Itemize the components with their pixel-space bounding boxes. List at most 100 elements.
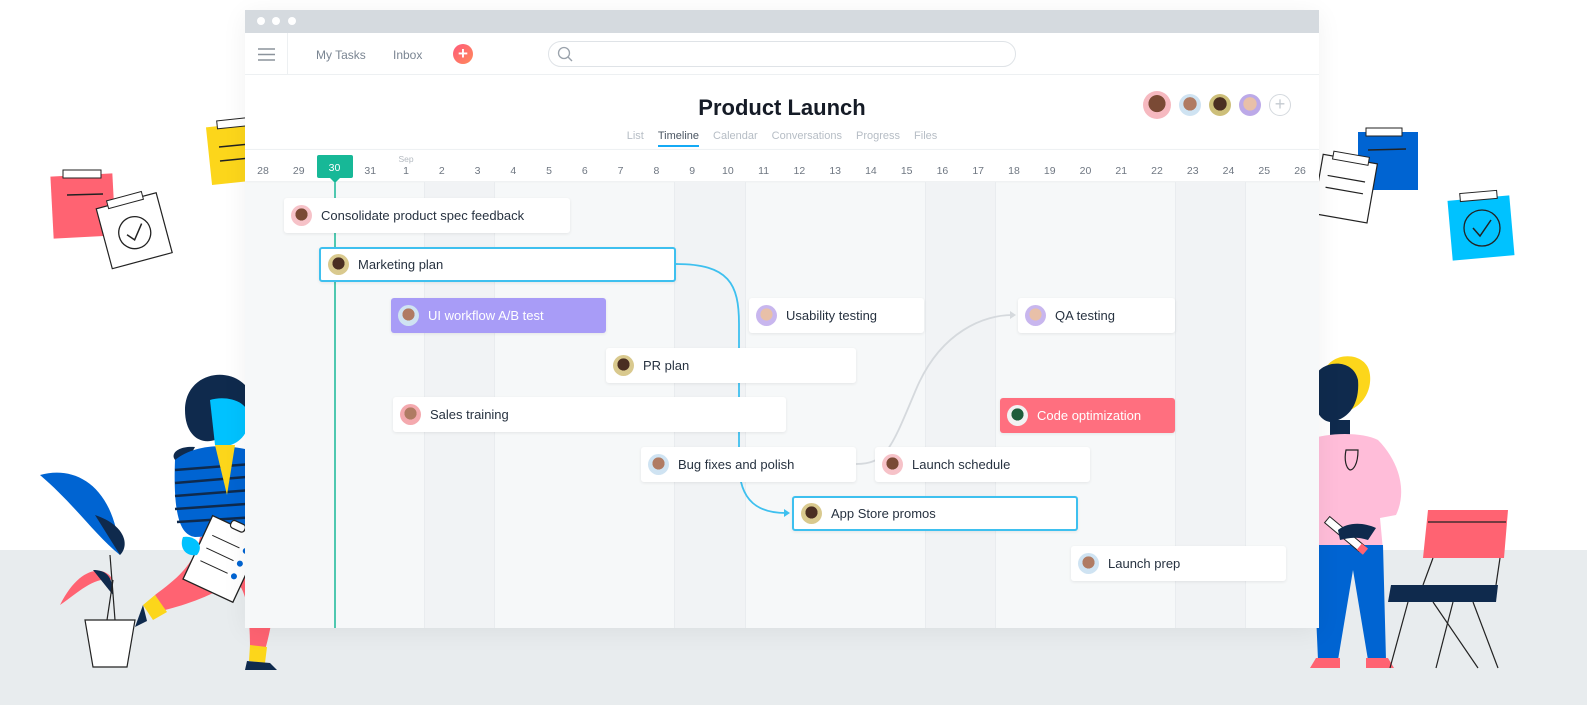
- date-label: 2: [438, 165, 445, 177]
- tab-files[interactable]: Files: [914, 130, 937, 147]
- timeline-grid: Consolidate product spec feedback Marketi…: [245, 182, 1319, 628]
- date-label: 24: [1222, 165, 1235, 177]
- date-label: 25: [1258, 165, 1271, 177]
- sticky-note-yellow-illustration: [205, 116, 250, 186]
- sticky-note-red-illustration: [50, 169, 173, 270]
- date-label: 14: [865, 165, 877, 177]
- task-bar[interactable]: Launch schedule: [875, 447, 1090, 482]
- task-bar[interactable]: Sales training: [393, 397, 786, 432]
- task-name: Bug fixes and polish: [678, 457, 795, 472]
- window-dot-maximize[interactable]: [288, 17, 296, 25]
- menu-button[interactable]: [245, 33, 288, 75]
- tab-calendar[interactable]: Calendar: [713, 130, 758, 147]
- task-bar[interactable]: PR plan: [606, 348, 856, 383]
- stage: My Tasks Inbox + Product Launch + List T…: [0, 0, 1587, 705]
- project-tabs: List Timeline Calendar Conversations Pro…: [245, 130, 1319, 147]
- plus-icon: +: [458, 44, 468, 63]
- member-avatar[interactable]: [1239, 94, 1261, 116]
- task-bar[interactable]: Code optimization: [1000, 398, 1175, 433]
- task-bar[interactable]: Launch prep: [1071, 546, 1286, 581]
- month-label: Sep: [398, 154, 414, 164]
- nav-inbox[interactable]: Inbox: [393, 48, 422, 62]
- task-name: Sales training: [430, 407, 509, 422]
- assignee-avatar: [1007, 405, 1028, 426]
- date-label: 10: [722, 165, 734, 177]
- member-avatar[interactable]: [1209, 94, 1231, 116]
- window-dot-minimize[interactable]: [272, 17, 280, 25]
- date-label: 26: [1294, 165, 1306, 177]
- assignee-avatar: [398, 305, 419, 326]
- date-label: 7: [617, 165, 624, 177]
- date-label: 6: [581, 165, 588, 177]
- date-label: 15: [900, 165, 913, 177]
- top-bar: My Tasks Inbox +: [245, 33, 1319, 75]
- assignee-avatar: [328, 254, 349, 275]
- task-bar[interactable]: QA testing: [1018, 298, 1175, 333]
- task-name: App Store promos: [831, 506, 936, 521]
- assignee-avatar: [291, 205, 312, 226]
- assignee-avatar: [801, 503, 822, 524]
- assignee-avatar: [400, 404, 421, 425]
- task-bar[interactable]: Consolidate product spec feedback: [284, 198, 570, 233]
- date-label: 31: [364, 165, 377, 177]
- date-label: 3: [474, 165, 481, 177]
- task-name: QA testing: [1055, 308, 1115, 323]
- date-label: 13: [829, 165, 841, 177]
- date-label: 8: [653, 165, 660, 177]
- task-bar[interactable]: Marketing plan: [319, 247, 676, 282]
- hamburger-icon: [257, 47, 275, 61]
- sticky-note-cyan-check-illustration: [1447, 189, 1515, 261]
- project-header: Product Launch + List Timeline Calendar …: [245, 75, 1319, 149]
- date-label: 19: [1043, 165, 1056, 177]
- tab-progress[interactable]: Progress: [856, 130, 900, 147]
- app-window: My Tasks Inbox + Product Launch + List T…: [245, 10, 1319, 628]
- date-label: 22: [1151, 165, 1163, 177]
- arrow-head-icon: [784, 509, 790, 517]
- date-label: 28: [257, 165, 269, 177]
- date-label: 16: [936, 165, 949, 177]
- date-label: 4: [510, 165, 517, 177]
- task-name: Consolidate product spec feedback: [321, 208, 525, 223]
- date-label: 1: [403, 165, 409, 177]
- quick-add-button[interactable]: +: [453, 44, 473, 64]
- date-label: 17: [972, 165, 985, 177]
- assignee-avatar: [1025, 305, 1046, 326]
- date-label: 5: [546, 165, 552, 177]
- task-name: Launch schedule: [912, 457, 1011, 472]
- tab-list[interactable]: List: [627, 130, 644, 147]
- arrow-head-icon: [1010, 311, 1016, 319]
- task-bar[interactable]: Bug fixes and polish: [641, 447, 856, 482]
- plus-icon: +: [1274, 94, 1286, 114]
- search-input[interactable]: [548, 41, 1016, 67]
- assignee-avatar: [1078, 553, 1099, 574]
- nav-my-tasks[interactable]: My Tasks: [316, 48, 366, 62]
- weekend-column: [924, 182, 997, 628]
- timeline-date-header: Sep 28 29 30 31 1 2 3 4 5 6 7 8 9 10 11 12 13 14 15 16 17 18 1…: [245, 149, 1319, 183]
- assignee-avatar: [882, 454, 903, 475]
- add-member-button[interactable]: +: [1269, 94, 1291, 116]
- assignee-avatar: [648, 454, 669, 475]
- date-label: 12: [793, 165, 806, 177]
- member-avatar[interactable]: [1179, 94, 1201, 116]
- task-bar[interactable]: Usability testing: [749, 298, 924, 333]
- date-label: 11: [758, 165, 770, 177]
- tab-timeline[interactable]: Timeline: [657, 130, 700, 147]
- task-name: Launch prep: [1108, 556, 1181, 571]
- date-label: 18: [1008, 165, 1020, 177]
- task-bar[interactable]: App Store promos: [792, 496, 1078, 531]
- window-dot-close[interactable]: [257, 17, 265, 25]
- date-label: 9: [689, 165, 696, 177]
- task-name: PR plan: [643, 358, 690, 373]
- sticky-note-blue-illustration: [1318, 127, 1418, 224]
- date-label: 23: [1186, 165, 1199, 177]
- project-members: +: [1143, 91, 1291, 119]
- assignee-avatar: [756, 305, 777, 326]
- task-bar[interactable]: UI workflow A/B test: [391, 298, 606, 333]
- member-avatar[interactable]: [1143, 91, 1171, 119]
- date-label: 29: [292, 165, 305, 177]
- today-date: 30: [316, 155, 353, 183]
- tab-conversations[interactable]: Conversations: [772, 130, 842, 147]
- date-label: 21: [1115, 165, 1128, 177]
- task-name: Usability testing: [786, 308, 878, 323]
- search-icon: [557, 46, 573, 62]
